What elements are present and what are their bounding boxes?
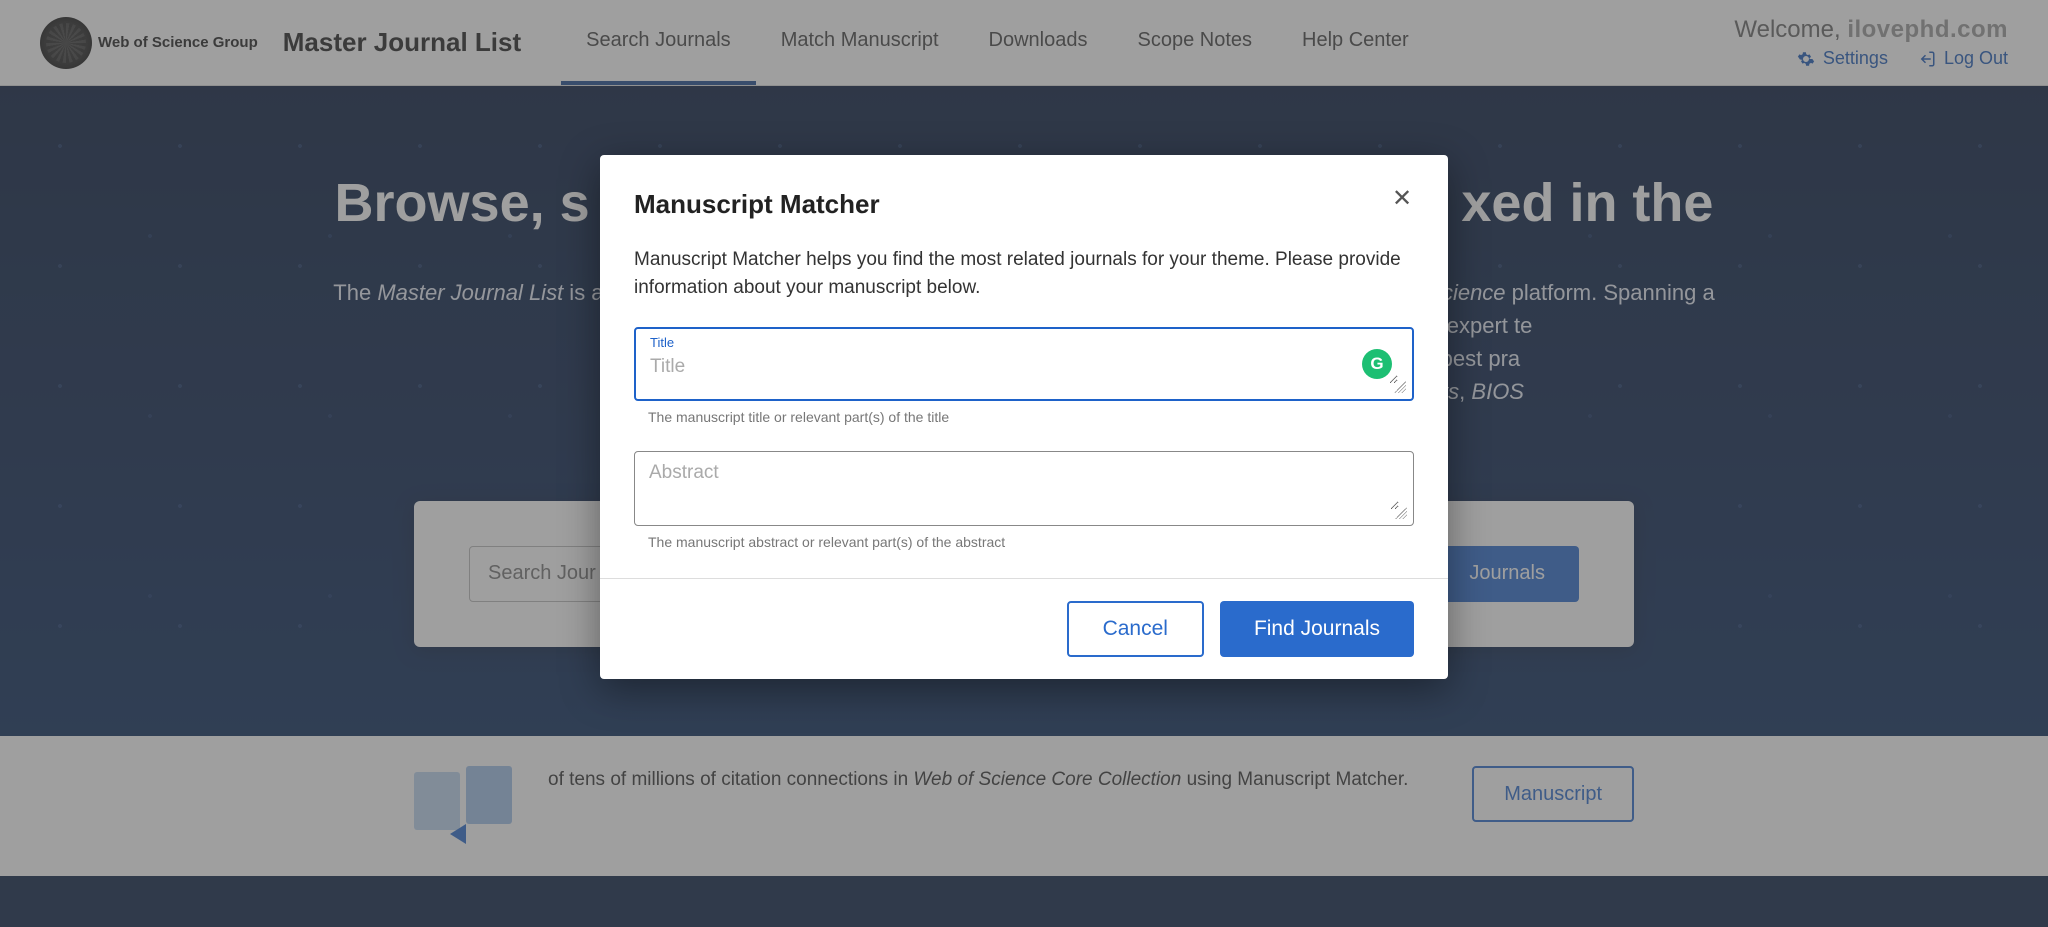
title-field-box: Title G — [634, 327, 1414, 401]
modal-header: Manuscript Matcher ✕ — [634, 189, 1414, 220]
modal-body: Manuscript Matcher ✕ Manuscript Matcher … — [600, 155, 1448, 578]
manuscript-matcher-modal: Manuscript Matcher ✕ Manuscript Matcher … — [600, 155, 1448, 679]
modal-footer: Cancel Find Journals — [600, 578, 1448, 679]
abstract-input[interactable] — [649, 458, 1399, 510]
title-helper: The manuscript title or relevant part(s)… — [634, 409, 1414, 425]
abstract-field-box — [634, 451, 1414, 526]
cancel-button[interactable]: Cancel — [1067, 601, 1204, 657]
title-field-wrap: Title G The manuscript title or relevant… — [634, 327, 1414, 425]
title-field-label: Title — [650, 335, 1398, 350]
close-icon[interactable]: ✕ — [1390, 189, 1414, 213]
modal-overlay[interactable]: Manuscript Matcher ✕ Manuscript Matcher … — [0, 0, 2048, 927]
title-input[interactable] — [650, 352, 1398, 384]
abstract-field-wrap: The manuscript abstract or relevant part… — [634, 451, 1414, 550]
modal-description: Manuscript Matcher helps you find the mo… — [634, 246, 1414, 301]
modal-title: Manuscript Matcher — [634, 189, 880, 220]
find-journals-button[interactable]: Find Journals — [1220, 601, 1414, 657]
abstract-helper: The manuscript abstract or relevant part… — [634, 534, 1414, 550]
grammarly-icon[interactable]: G — [1362, 349, 1392, 379]
